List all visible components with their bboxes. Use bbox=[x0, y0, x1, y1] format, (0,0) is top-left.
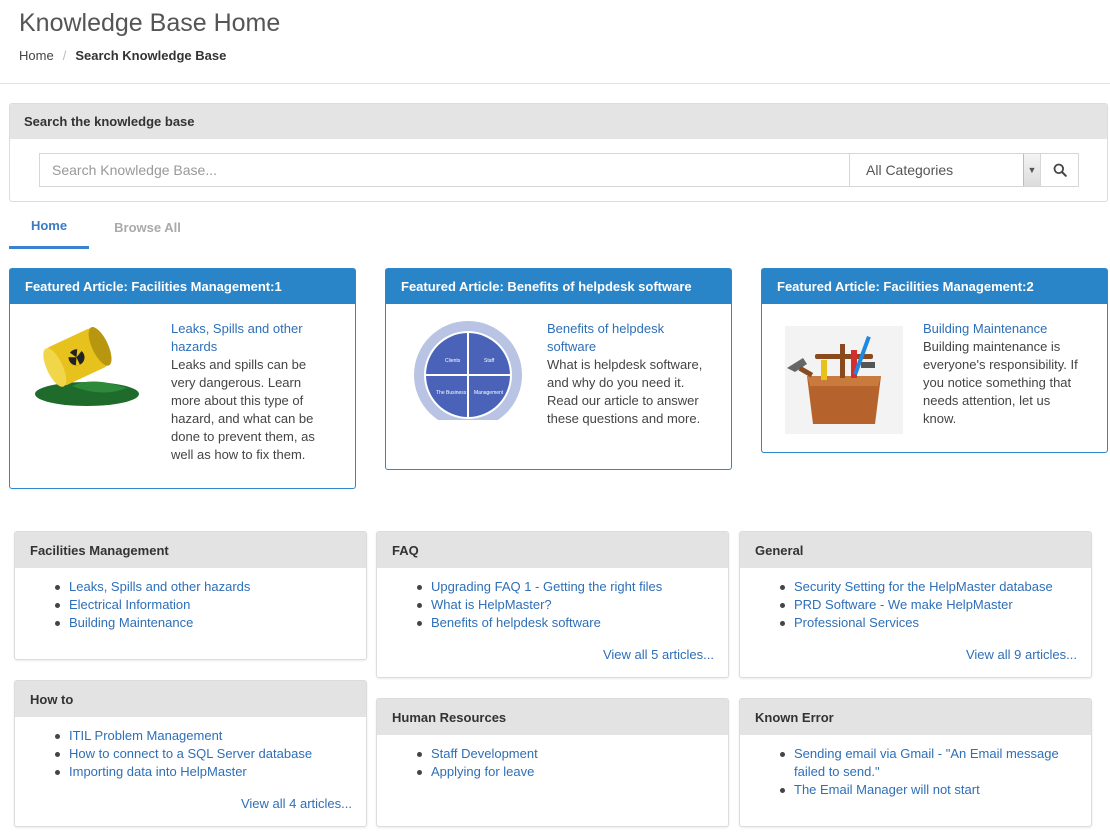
view-all-link[interactable]: View all 4 articles... bbox=[241, 796, 352, 811]
article-link[interactable]: What is HelpMaster? bbox=[417, 596, 728, 614]
category-panel: Known Error Sending email via Gmail - "A… bbox=[739, 698, 1092, 827]
featured-article-card: Featured Article: Facilities Management:… bbox=[761, 268, 1108, 453]
article-link[interactable]: Sending email via Gmail - "An Email mess… bbox=[780, 745, 1060, 781]
category-panel: How to ITIL Problem Management How to co… bbox=[14, 680, 367, 827]
category-title: FAQ bbox=[377, 532, 728, 568]
article-link[interactable]: ITIL Problem Management bbox=[55, 727, 366, 745]
chevron-down-icon[interactable]: ▼ bbox=[1023, 154, 1040, 186]
article-link[interactable]: PRD Software - We make HelpMaster bbox=[780, 596, 1091, 614]
search-button[interactable] bbox=[1041, 153, 1079, 187]
article-link[interactable]: Importing data into HelpMaster bbox=[55, 763, 366, 781]
category-title: Human Resources bbox=[377, 699, 728, 735]
article-list: Security Setting for the HelpMaster data… bbox=[740, 568, 1091, 632]
article-list: Leaks, Spills and other hazards Electric… bbox=[15, 568, 366, 632]
breadcrumb-current: Search Knowledge Base bbox=[75, 48, 227, 63]
diagram-label: Staff bbox=[484, 358, 495, 364]
article-list: Staff Development Applying for leave bbox=[377, 735, 728, 781]
page-title: Knowledge Base Home bbox=[19, 9, 281, 37]
category-select-value: All Categories bbox=[866, 162, 954, 178]
featured-article-summary: What is helpdesk software, and why do yo… bbox=[547, 357, 703, 426]
featured-article-card: Featured Article: Benefits of helpdesk s… bbox=[385, 268, 732, 470]
featured-article-card: Featured Article: Facilities Management:… bbox=[9, 268, 356, 489]
tab-home[interactable]: Home bbox=[9, 205, 89, 249]
featured-article-link[interactable]: Benefits of helpdesk software bbox=[547, 320, 707, 356]
category-panel: FAQ Upgrading FAQ 1 - Getting the right … bbox=[376, 531, 729, 678]
radioactive-barrel-image bbox=[35, 327, 139, 406]
search-panel: Search the knowledge base Search Knowled… bbox=[9, 103, 1108, 202]
article-link[interactable]: The Email Manager will not start bbox=[780, 781, 1060, 799]
article-link[interactable]: How to connect to a SQL Server database bbox=[55, 745, 366, 763]
category-panel: General Security Setting for the HelpMas… bbox=[739, 531, 1092, 678]
diagram-label: Clients bbox=[445, 358, 461, 364]
view-all-link[interactable]: View all 5 articles... bbox=[603, 647, 714, 662]
cycle-diagram-image: Clients Staff The Business Management bbox=[414, 321, 522, 420]
featured-article-summary: Leaks and spills can be very dangerous. … bbox=[171, 357, 315, 462]
breadcrumb-home[interactable]: Home bbox=[19, 48, 54, 63]
category-select[interactable]: All Categories ▼ bbox=[849, 153, 1041, 187]
featured-article-header: Featured Article: Facilities Management:… bbox=[10, 269, 355, 304]
diagram-label: Management bbox=[474, 390, 504, 396]
category-title: Known Error bbox=[740, 699, 1091, 735]
category-title: General bbox=[740, 532, 1091, 568]
featured-article-link[interactable]: Building Maintenance bbox=[923, 320, 1083, 338]
article-link[interactable]: Staff Development bbox=[417, 745, 728, 763]
article-link[interactable]: Upgrading FAQ 1 - Getting the right file… bbox=[417, 578, 728, 596]
article-list: Sending email via Gmail - "An Email mess… bbox=[740, 735, 1060, 799]
category-panel: Facilities Management Leaks, Spills and … bbox=[14, 531, 367, 660]
breadcrumb: Home / Search Knowledge Base bbox=[19, 48, 226, 63]
article-link[interactable]: Building Maintenance bbox=[55, 614, 366, 632]
article-link[interactable]: Applying for leave bbox=[417, 763, 728, 781]
search-icon bbox=[1053, 163, 1067, 177]
search-row: Search Knowledge Base... All Categories … bbox=[39, 153, 1079, 187]
article-link[interactable]: Professional Services bbox=[780, 614, 1091, 632]
article-list: ITIL Problem Management How to connect t… bbox=[15, 717, 366, 781]
category-title: Facilities Management bbox=[15, 532, 366, 568]
article-link[interactable]: Security Setting for the HelpMaster data… bbox=[780, 578, 1091, 596]
featured-article-header: Featured Article: Benefits of helpdesk s… bbox=[386, 269, 731, 304]
diagram-label: The Business bbox=[436, 390, 467, 396]
category-title: How to bbox=[15, 681, 366, 717]
featured-article-link[interactable]: Leaks, Spills and other hazards bbox=[171, 320, 331, 356]
article-link[interactable]: Leaks, Spills and other hazards bbox=[55, 578, 366, 596]
view-all-link[interactable]: View all 9 articles... bbox=[966, 647, 1077, 662]
article-list: Upgrading FAQ 1 - Getting the right file… bbox=[377, 568, 728, 632]
featured-article-summary: Building maintenance is everyone's respo… bbox=[923, 339, 1078, 426]
breadcrumb-separator: / bbox=[62, 48, 67, 63]
search-input[interactable]: Search Knowledge Base... bbox=[39, 153, 849, 187]
article-link[interactable]: Electrical Information bbox=[55, 596, 366, 614]
page-header: Knowledge Base Home Home / Search Knowledg… bbox=[0, 0, 1110, 84]
tab-browse-all[interactable]: Browse All bbox=[89, 205, 206, 249]
category-panel: Human Resources Staff Development Applyi… bbox=[376, 698, 729, 827]
toolbox-image bbox=[785, 326, 903, 434]
featured-article-header: Featured Article: Facilities Management:… bbox=[762, 269, 1107, 304]
article-link[interactable]: Benefits of helpdesk software bbox=[417, 614, 728, 632]
search-panel-title: Search the knowledge base bbox=[10, 104, 1107, 139]
